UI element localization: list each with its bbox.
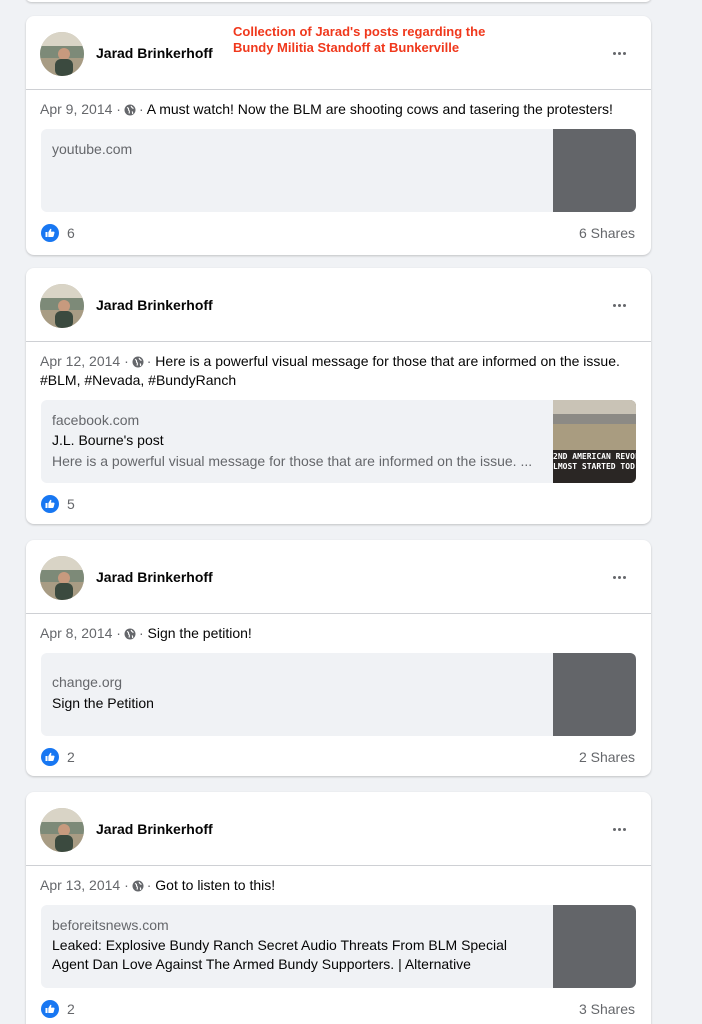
post-card: Jarad Brinkerhoff Apr 12, 2014 · · Here i… [26, 268, 651, 524]
separator: · [146, 877, 152, 893]
share-count[interactable]: 2 Shares [579, 749, 635, 765]
like-icon[interactable] [41, 495, 59, 513]
share-count[interactable]: 3 Shares [579, 1001, 635, 1017]
globe-icon [132, 880, 144, 892]
annotation-line-1: Collection of Jarad's posts regarding th… [233, 24, 486, 39]
globe-icon [124, 628, 136, 640]
link-description: Here is a powerful visual message for th… [52, 453, 533, 469]
link-preview[interactable]: change.org Sign the Petition [41, 653, 636, 736]
link-preview[interactable]: facebook.com J.L. Bourne's post Here is … [41, 400, 636, 483]
post-footer: 5 [26, 483, 651, 525]
author-name[interactable]: Jarad Brinkerhoff [96, 569, 213, 585]
separator: · [138, 625, 144, 641]
like-count[interactable]: 2 [67, 1001, 75, 1017]
author-avatar[interactable] [40, 808, 84, 852]
author-avatar[interactable] [40, 556, 84, 600]
link-preview[interactable]: youtube.com [41, 129, 636, 212]
post-text: Apr 9, 2014 · · A must watch! Now the BLM… [26, 90, 651, 119]
more-options-icon[interactable] [607, 44, 631, 62]
post-date[interactable]: Apr 12, 2014 [40, 353, 120, 369]
post-header: Jarad Brinkerhoff Collection of Jarad's … [26, 16, 651, 90]
separator: · [116, 101, 121, 117]
post-date[interactable]: Apr 9, 2014 [40, 101, 112, 117]
thumbnail-text-2: LMOST STARTED TOD [553, 462, 635, 471]
link-title: J.L. Bourne's post [52, 432, 164, 448]
post-card: Jarad Brinkerhoff Apr 13, 2014 · · Got to… [26, 792, 651, 1024]
like-count[interactable]: 6 [67, 225, 75, 241]
post-card: Jarad Brinkerhoff Apr 8, 2014 · · Sign th… [26, 540, 651, 776]
post-body: Got to listen to this! [155, 877, 276, 893]
post-header: Jarad Brinkerhoff [26, 268, 651, 342]
link-thumbnail [553, 653, 636, 736]
link-thumbnail: 2ND AMERICAN REVOLU LMOST STARTED TOD [553, 400, 636, 483]
author-name[interactable]: Jarad Brinkerhoff [96, 45, 213, 61]
globe-icon [132, 356, 144, 368]
separator: · [138, 101, 144, 117]
link-title: Leaked: Explosive Bundy Ranch Secret Aud… [52, 937, 507, 972]
post-footer: 2 2 Shares [26, 736, 651, 778]
link-preview[interactable]: beforeitsnews.com Leaked: Explosive Bund… [41, 905, 636, 988]
post-body: A must watch! Now the BLM are shooting c… [146, 101, 613, 117]
like-icon[interactable] [41, 224, 59, 242]
separator: · [146, 353, 152, 369]
post-text: Apr 8, 2014 · · Sign the petition! [26, 614, 651, 643]
annotation-text: Collection of Jarad's posts regarding th… [233, 24, 485, 56]
link-thumbnail [553, 129, 636, 212]
post-footer: 6 6 Shares [26, 212, 651, 254]
like-icon[interactable] [41, 1000, 59, 1018]
post-date[interactable]: Apr 8, 2014 [40, 625, 112, 641]
annotation-line-2: Bundy Militia Standoff at Bunkerville [233, 40, 460, 55]
post-date[interactable]: Apr 13, 2014 [40, 877, 120, 893]
link-domain: youtube.com [52, 141, 133, 157]
post-footer: 2 3 Shares [26, 988, 651, 1024]
post-text: Apr 12, 2014 · · Here is a powerful visua… [26, 342, 651, 390]
link-domain: facebook.com [52, 412, 140, 428]
link-domain: change.org [52, 674, 123, 690]
like-icon[interactable] [41, 748, 59, 766]
post-header: Jarad Brinkerhoff [26, 792, 651, 866]
post-header: Jarad Brinkerhoff [26, 540, 651, 614]
separator: · [124, 353, 129, 369]
like-count[interactable]: 5 [67, 496, 75, 512]
post-body: Sign the petition! [147, 625, 252, 641]
author-avatar[interactable] [40, 32, 84, 76]
author-avatar[interactable] [40, 284, 84, 328]
link-title: Sign the Petition [52, 695, 154, 711]
more-options-icon[interactable] [607, 820, 631, 838]
link-domain: beforeitsnews.com [52, 917, 169, 933]
separator: · [124, 877, 129, 893]
more-options-icon[interactable] [607, 296, 631, 314]
share-count[interactable]: 6 Shares [579, 225, 635, 241]
author-name[interactable]: Jarad Brinkerhoff [96, 297, 213, 313]
separator: · [116, 625, 121, 641]
like-count[interactable]: 2 [67, 749, 75, 765]
author-name[interactable]: Jarad Brinkerhoff [96, 821, 213, 837]
link-thumbnail [553, 905, 636, 988]
more-options-icon[interactable] [607, 568, 631, 586]
post-text: Apr 13, 2014 · · Got to listen to this! [26, 866, 651, 895]
previous-card-edge [26, 0, 651, 2]
thumbnail-text-1: 2ND AMERICAN REVOLU [553, 452, 636, 461]
globe-icon [124, 104, 136, 116]
post-card: Jarad Brinkerhoff Collection of Jarad's … [26, 16, 651, 255]
